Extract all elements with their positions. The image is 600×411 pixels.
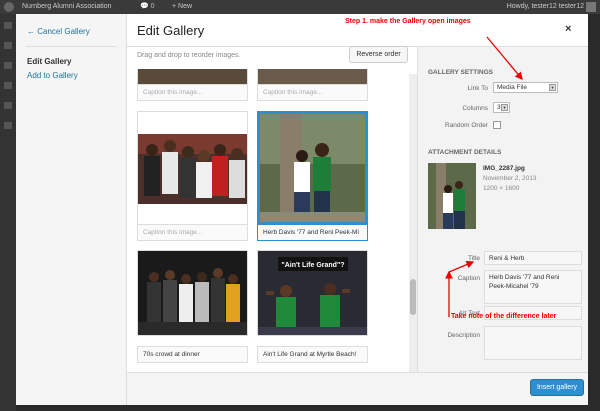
arrow-to-title (448, 260, 475, 273)
annotation-arrows (445, 36, 523, 317)
media-icon[interactable] (4, 62, 12, 69)
appearance-icon[interactable] (4, 122, 12, 129)
admin-menu (0, 14, 16, 411)
media-modal: ← Cancel Gallery Edit Gallery Add to Gal… (16, 14, 588, 405)
edit-gallery-menu-item[interactable]: Edit Gallery (27, 57, 71, 66)
insert-gallery-button[interactable]: Insert gallery (530, 379, 584, 396)
posts-icon[interactable] (4, 42, 12, 49)
arrow-to-link-to (486, 36, 523, 80)
modal-frame: Edit Gallery × Drag and drop to reorder … (127, 14, 588, 405)
cancel-gallery-link[interactable]: ← Cancel Gallery (27, 27, 90, 36)
comments-icon[interactable]: 💬 0 (140, 2, 155, 10)
annotation-step1: Step 1. make the Gallery open images (345, 18, 471, 25)
admin-bar: Nurnberg Alumni Association 💬 0 + New Ho… (0, 0, 600, 14)
comments-menu-icon[interactable] (4, 102, 12, 109)
wordpress-logo-icon[interactable] (4, 2, 14, 12)
avatar[interactable] (586, 2, 596, 12)
menu-separator (26, 46, 116, 47)
howdy-user-link[interactable]: Howdy, tester12 tester12 (507, 3, 584, 10)
modal-menu: ← Cancel Gallery Edit Gallery Add to Gal… (16, 14, 127, 405)
site-name-link[interactable]: Nurnberg Alumni Association (22, 3, 112, 10)
add-to-gallery-menu-item[interactable]: Add to Gallery (27, 71, 78, 80)
comments-count: 0 (150, 3, 155, 10)
new-content-link[interactable]: + New (172, 3, 192, 10)
pages-icon[interactable] (4, 82, 12, 89)
modal-toolbar: Insert gallery (127, 372, 588, 405)
new-label: New (178, 3, 193, 10)
dashboard-icon[interactable] (4, 22, 12, 29)
